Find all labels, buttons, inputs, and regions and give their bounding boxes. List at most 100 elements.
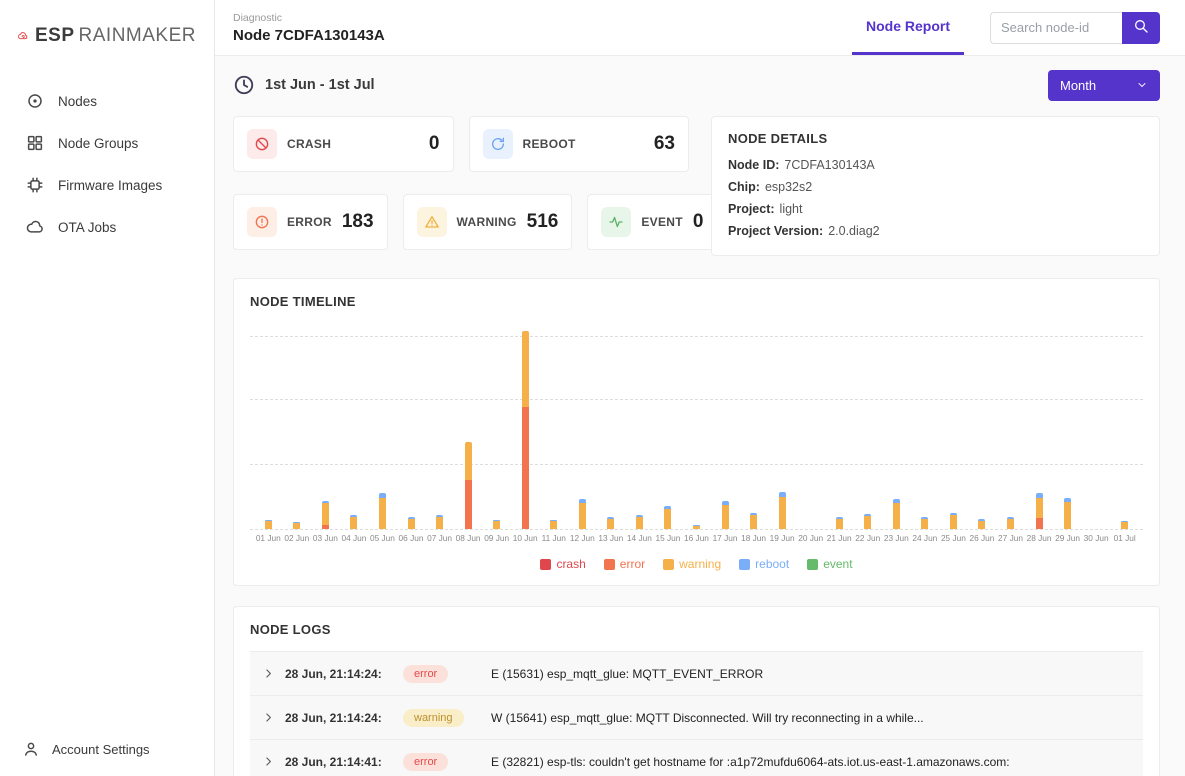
stacked-bar xyxy=(522,331,529,529)
stat-card-crash: CRASH 0 xyxy=(233,116,454,172)
bar-segment-warning xyxy=(436,517,443,529)
bar-segment-error xyxy=(522,407,529,529)
sidebar-item-account-settings[interactable]: Account Settings xyxy=(0,730,214,760)
detail-row: Project Version:2.0.diag2 xyxy=(728,224,1143,239)
toolbar: 1st Jun - 1st Jul Month xyxy=(215,56,1185,114)
stacked-bar xyxy=(322,501,329,529)
log-row[interactable]: 28 Jun, 21:14:24: error E (15631) esp_mq… xyxy=(250,652,1143,696)
bar-group xyxy=(996,319,1025,529)
bar-group xyxy=(1110,319,1139,529)
chevron-down-icon xyxy=(1136,79,1148,91)
legend-item-event[interactable]: event xyxy=(807,557,852,571)
x-tick-label: 22 Jun xyxy=(853,533,882,543)
legend-item-reboot[interactable]: reboot xyxy=(739,557,789,571)
bar-segment-warning xyxy=(1121,522,1128,529)
legend-item-crash[interactable]: crash xyxy=(540,557,585,571)
bar-group xyxy=(1082,319,1111,529)
legend-label: warning xyxy=(679,557,721,571)
stat-value: 0 xyxy=(429,133,440,155)
stacked-bar xyxy=(921,517,928,529)
bar-segment-warning xyxy=(893,503,900,529)
stat-value: 183 xyxy=(342,211,374,233)
bar-group xyxy=(825,319,854,529)
period-dropdown[interactable]: Month xyxy=(1048,70,1160,101)
x-tick-label: 02 Jun xyxy=(283,533,312,543)
content: CRASH 0 REBOOT 63 ERROR 183 WARNING 516 … xyxy=(215,114,1185,776)
reboot-icon xyxy=(483,129,513,159)
bar-segment-warning xyxy=(1007,519,1014,529)
stat-cards: CRASH 0 REBOOT 63 ERROR 183 WARNING 516 … xyxy=(233,116,689,250)
legend-swatch xyxy=(663,559,674,570)
x-tick-label: 27 Jun xyxy=(996,533,1025,543)
stacked-bar xyxy=(607,517,614,529)
bar-segment-error xyxy=(465,480,472,529)
x-tick-label: 19 Jun xyxy=(768,533,797,543)
log-message: W (15641) esp_mqtt_glue: MQTT Disconnect… xyxy=(491,711,1131,725)
stat-card-reboot: REBOOT 63 xyxy=(469,116,690,172)
app-logo[interactable]: ESP RAINMAKER xyxy=(0,22,214,50)
tab-node-report[interactable]: Node Report xyxy=(852,0,964,55)
log-row[interactable]: 28 Jun, 21:14:24: warning W (15641) esp_… xyxy=(250,696,1143,740)
bar-group xyxy=(1053,319,1082,529)
stat-label: CRASH xyxy=(287,137,331,151)
sidebar-item-nodes[interactable]: Nodes xyxy=(0,80,214,122)
log-message: E (32821) esp-tls: couldn't get hostname… xyxy=(491,755,1131,769)
bar-group xyxy=(711,319,740,529)
x-tick-label: 26 Jun xyxy=(968,533,997,543)
x-tick-label: 07 Jun xyxy=(425,533,454,543)
bar-segment-warning xyxy=(921,519,928,529)
bar-segment-warning xyxy=(1064,502,1071,529)
legend-item-warning[interactable]: warning xyxy=(663,557,721,571)
account-settings-label: Account Settings xyxy=(52,742,150,757)
x-tick-label: 20 Jun xyxy=(796,533,825,543)
bar-group xyxy=(482,319,511,529)
bar-group xyxy=(682,319,711,529)
bar-segment-warning xyxy=(664,509,671,529)
logo-text-rainmaker: RAINMAKER xyxy=(79,25,196,47)
detail-row: Project:light xyxy=(728,202,1143,217)
detail-row: Node ID:7CDFA130143A xyxy=(728,158,1143,173)
node-groups-icon xyxy=(26,134,44,152)
legend-label: event xyxy=(823,557,852,571)
stacked-bar xyxy=(293,522,300,529)
bar-group xyxy=(454,319,483,529)
stacked-bar xyxy=(550,520,557,529)
x-tick-label: 11 Jun xyxy=(539,533,568,543)
x-tick-label: 13 Jun xyxy=(597,533,626,543)
legend-item-error[interactable]: error xyxy=(604,557,645,571)
detail-label: Project Version: xyxy=(728,224,823,238)
log-level-badge: error xyxy=(403,665,448,683)
search-input[interactable] xyxy=(990,12,1122,44)
node-details-card: NODE DETAILS Node ID:7CDFA130143A Chip:e… xyxy=(711,116,1160,256)
header-actions: Node Report xyxy=(852,0,1160,55)
bar-segment-warning xyxy=(408,519,415,529)
stat-card-warning: WARNING 516 xyxy=(403,194,573,250)
sidebar-item-firmware-images[interactable]: Firmware Images xyxy=(0,164,214,206)
search-button[interactable] xyxy=(1122,12,1160,44)
bar-group xyxy=(625,319,654,529)
bar-segment-warning xyxy=(350,517,357,529)
legend-swatch xyxy=(540,559,551,570)
sidebar-item-node-groups[interactable]: Node Groups xyxy=(0,122,214,164)
bar-segment-warning xyxy=(522,331,529,407)
log-row[interactable]: 28 Jun, 21:14:41: error E (32821) esp-tl… xyxy=(250,740,1143,776)
bar-group xyxy=(597,319,626,529)
bar-segment-warning xyxy=(493,521,500,529)
bar-group xyxy=(568,319,597,529)
bar-group xyxy=(1025,319,1054,529)
firmware-images-icon xyxy=(26,176,44,194)
page-title: Node 7CDFA130143A xyxy=(233,27,385,44)
x-tick-label: 23 Jun xyxy=(882,533,911,543)
stacked-bar xyxy=(1036,493,1043,529)
period-dropdown-label: Month xyxy=(1060,78,1096,93)
search-icon xyxy=(1133,18,1149,37)
sidebar-item-ota-jobs[interactable]: OTA Jobs xyxy=(0,206,214,248)
x-tick-label: 18 Jun xyxy=(739,533,768,543)
bar-group xyxy=(311,319,340,529)
node-details-title: NODE DETAILS xyxy=(728,131,1143,146)
chart-x-axis: 01 Jun02 Jun03 Jun04 Jun05 Jun06 Jun07 J… xyxy=(250,533,1143,543)
bar-group xyxy=(654,319,683,529)
chart-plot-area xyxy=(250,319,1143,529)
bar-segment-warning xyxy=(693,526,700,529)
stacked-bar xyxy=(722,501,729,529)
